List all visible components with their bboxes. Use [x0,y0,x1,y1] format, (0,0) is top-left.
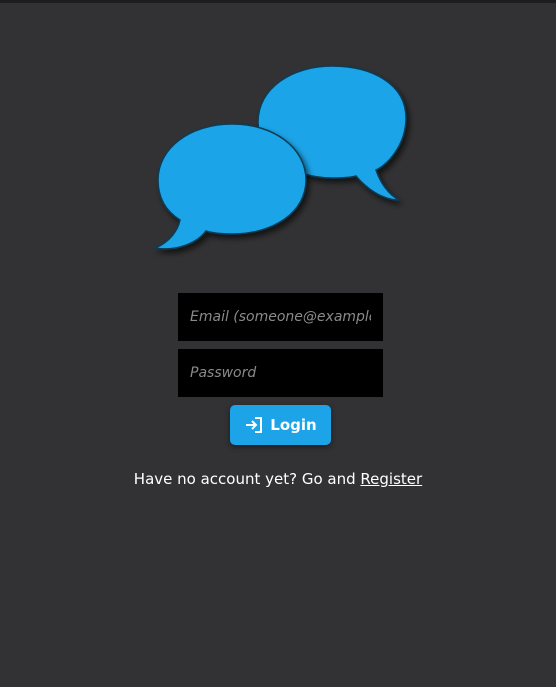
email-field[interactable] [178,293,383,341]
chat-bubbles-icon [150,62,415,262]
window-top-strip [0,0,556,3]
register-prompt-text: Have no account yet? Go and [133,470,356,488]
sign-in-icon [244,415,264,435]
login-button[interactable]: Login [230,405,331,445]
password-field[interactable] [178,349,383,397]
register-link[interactable]: Register [360,470,422,488]
register-prompt: Have no account yet? Go and Register [0,470,556,488]
login-button-label: Login [270,416,317,434]
